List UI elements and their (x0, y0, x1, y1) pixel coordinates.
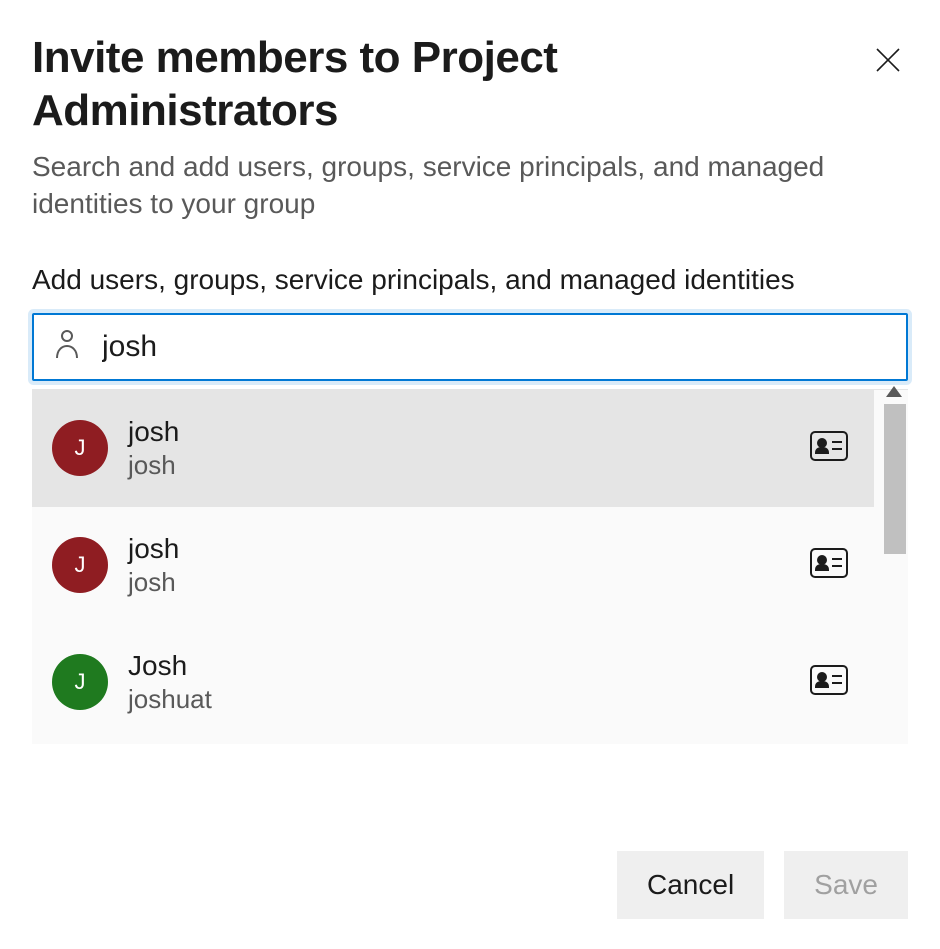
avatar: J (52, 537, 108, 593)
dialog-footer: Cancel Save (617, 851, 908, 919)
contact-card-icon[interactable] (810, 548, 848, 583)
result-display-name: Josh (128, 649, 798, 683)
result-item[interactable]: J josh josh (32, 507, 874, 624)
result-display-name: josh (128, 415, 798, 449)
close-icon (874, 46, 902, 74)
results-dropdown: J josh josh J j (32, 389, 908, 744)
field-label: Add users, groups, service principals, a… (32, 261, 882, 299)
save-button[interactable]: Save (784, 851, 908, 919)
contact-card-icon[interactable] (810, 431, 848, 466)
scroll-up-arrow-icon[interactable] (886, 386, 902, 397)
result-text: Josh joshuat (128, 649, 798, 715)
dialog-title: Invite members to Project Administrators (32, 32, 812, 138)
scrollbar[interactable] (874, 390, 908, 744)
result-item[interactable]: J josh josh (32, 390, 874, 507)
dialog-subtitle: Search and add users, groups, service pr… (32, 148, 852, 224)
result-subtext: joshuat (128, 683, 798, 716)
close-button[interactable] (868, 40, 908, 80)
result-subtext: josh (128, 566, 798, 599)
person-icon (54, 328, 80, 365)
scroll-thumb[interactable] (884, 404, 906, 554)
result-item[interactable]: J Josh joshuat (32, 624, 874, 741)
results-list: J josh josh J j (32, 390, 874, 744)
avatar: J (52, 420, 108, 476)
search-field-container[interactable] (32, 313, 908, 381)
result-subtext: josh (128, 449, 798, 482)
result-text: josh josh (128, 532, 798, 598)
result-text: josh josh (128, 415, 798, 481)
result-display-name: josh (128, 532, 798, 566)
contact-card-icon[interactable] (810, 665, 848, 700)
dialog-header: Invite members to Project Administrators (32, 32, 908, 138)
cancel-button[interactable]: Cancel (617, 851, 764, 919)
search-input[interactable] (102, 330, 886, 364)
avatar: J (52, 654, 108, 710)
invite-members-dialog: Invite members to Project Administrators… (0, 0, 940, 949)
